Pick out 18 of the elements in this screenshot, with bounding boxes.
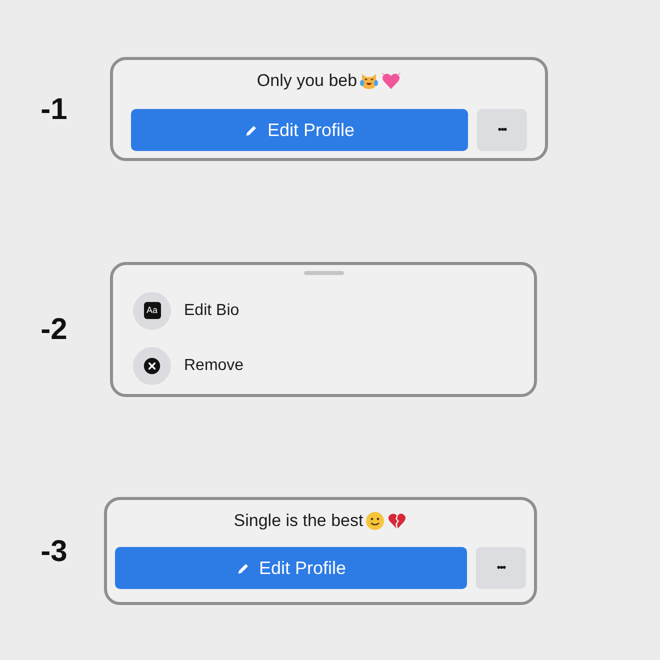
menu-item[interactable]: Remove bbox=[133, 338, 244, 393]
heart-icon bbox=[381, 71, 402, 91]
drag-handle[interactable] bbox=[304, 271, 344, 275]
section-number: -3 bbox=[40, 534, 68, 570]
more-button[interactable]: ••• bbox=[477, 109, 527, 151]
menu-item[interactable]: Aa Edit Bio bbox=[133, 283, 240, 338]
section-number: -1 bbox=[40, 92, 68, 128]
section-number: -2 bbox=[40, 312, 68, 348]
smiley-icon bbox=[365, 511, 386, 531]
bio-text: Only you beb bbox=[256, 70, 358, 92]
laughing-cat-icon bbox=[359, 71, 380, 91]
edit-profile-button[interactable]: Edit Profile bbox=[131, 109, 468, 151]
letters-icon: Aa bbox=[144, 302, 160, 319]
more-button[interactable]: ••• bbox=[476, 547, 526, 589]
close-icon bbox=[143, 356, 161, 374]
broken-heart-icon bbox=[387, 511, 408, 531]
edit-profile-button[interactable]: Edit Profile bbox=[115, 547, 467, 589]
bio-text: Single is the best bbox=[234, 510, 364, 532]
